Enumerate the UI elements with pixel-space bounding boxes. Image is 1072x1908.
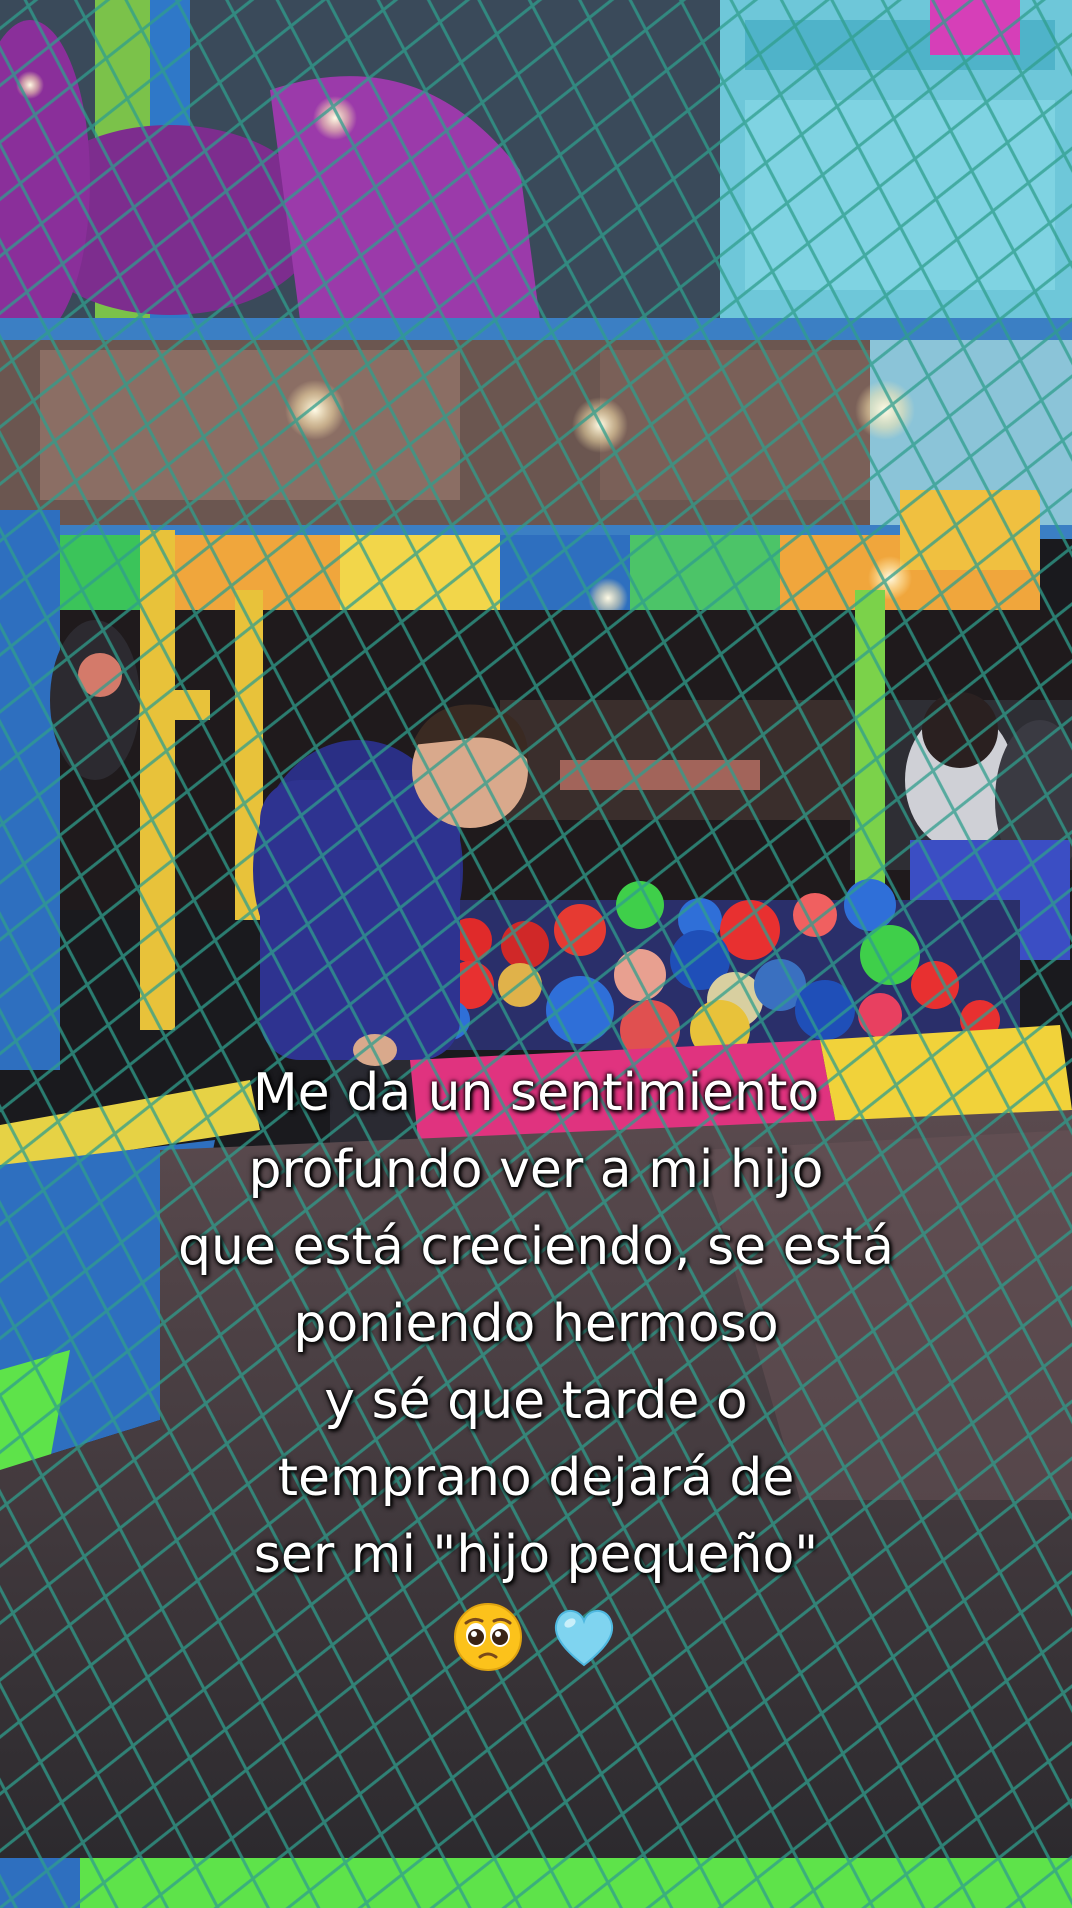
video-caption: Me da un sentimiento profundo ver a mi h…: [0, 1055, 1072, 1674]
light-blue-heart-icon: [555, 1610, 614, 1667]
caption-emojis: [0, 1594, 1072, 1674]
pleading-face-icon: [453, 1603, 522, 1671]
video-frame: Me da un sentimiento profundo ver a mi h…: [0, 0, 1072, 1908]
caption-line-7: ser mi "hijo pequeño": [253, 1525, 819, 1585]
caption-line-5: y sé que tarde o: [324, 1371, 748, 1431]
caption-line-1: Me da un sentimiento: [252, 1063, 820, 1123]
caption-line-2: profundo ver a mi hijo: [248, 1140, 824, 1200]
caption-line-6: temprano dejará de: [277, 1448, 795, 1508]
caption-line-4: poniendo hermoso: [293, 1294, 779, 1354]
caption-line-3: que está creciendo, se está: [178, 1217, 894, 1277]
